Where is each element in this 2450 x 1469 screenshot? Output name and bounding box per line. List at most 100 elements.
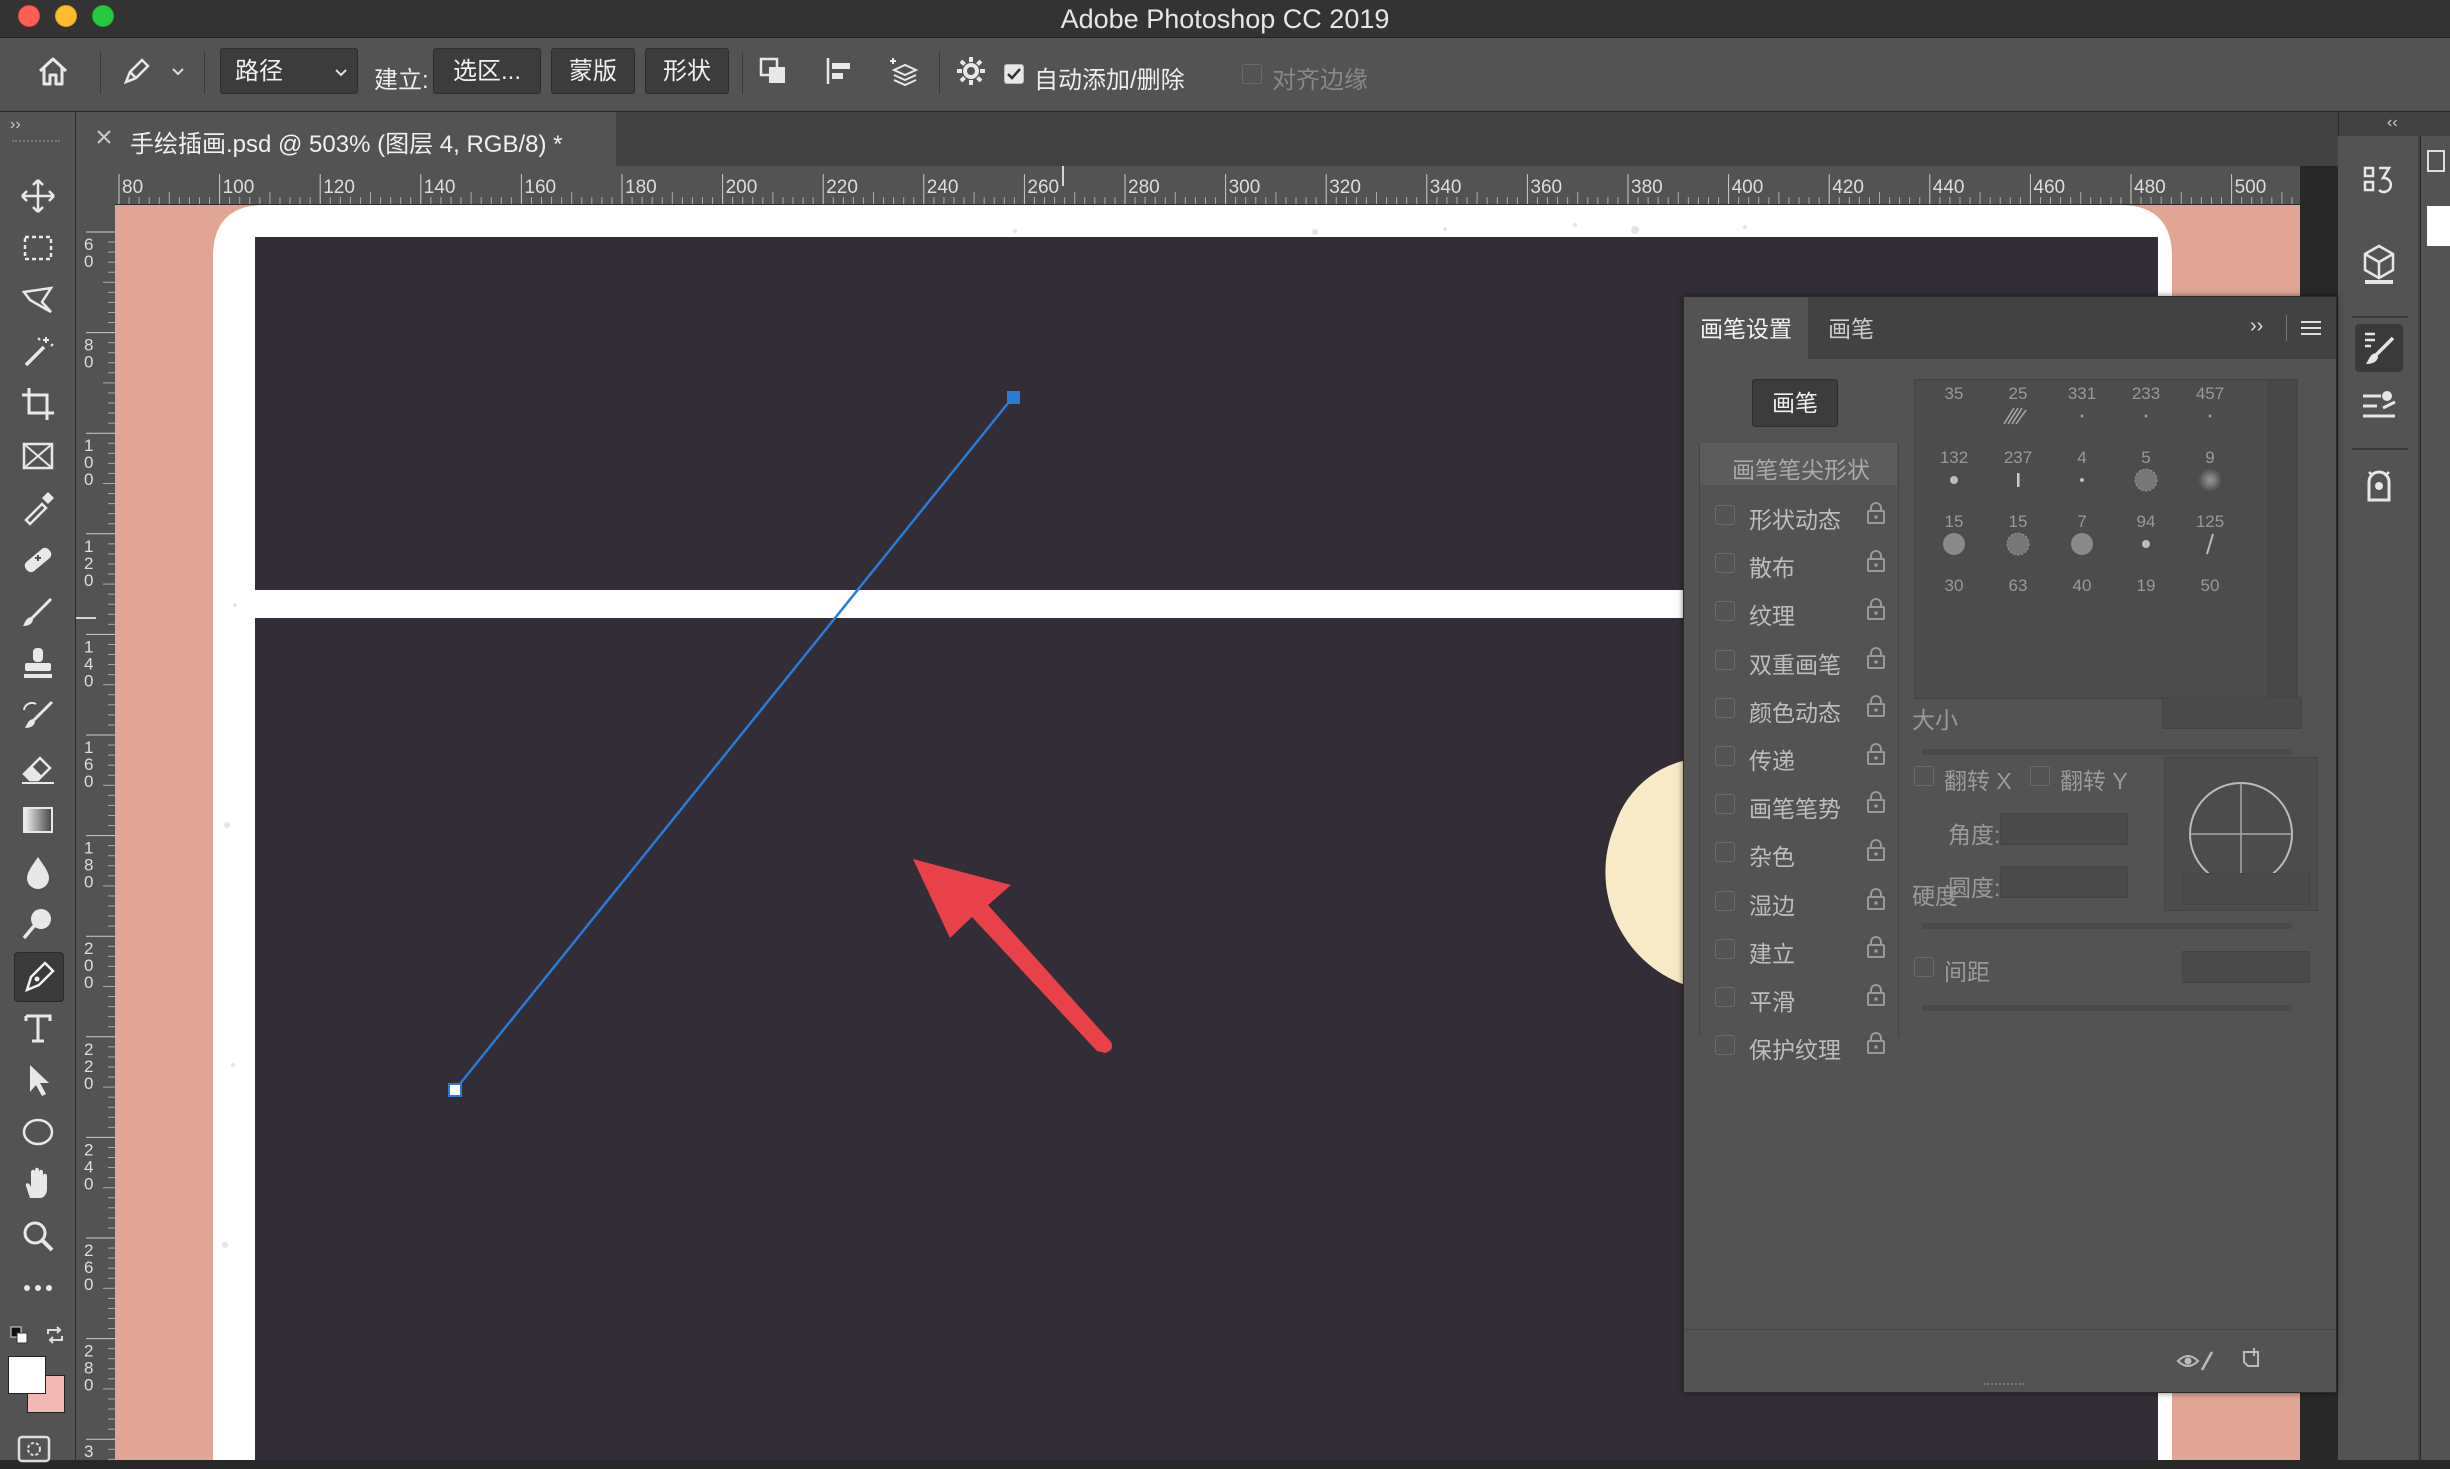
brush-preset[interactable]: 125 [2179, 512, 2241, 576]
brush-option-checkbox[interactable] [1715, 842, 1735, 863]
brush-preset[interactable]: 457 [2179, 384, 2241, 448]
brush-option-row[interactable]: 传递 [1699, 732, 1897, 780]
preset-grid-scrollbar[interactable] [2267, 380, 2297, 698]
brush-option-row[interactable]: 画笔笔势 [1699, 780, 1897, 828]
tab-brushes[interactable]: 画笔 [1812, 297, 1890, 359]
lock-icon[interactable] [1866, 501, 1886, 525]
lock-icon[interactable] [1866, 646, 1886, 670]
brush-preset-grid[interactable]: 35 25 331 233 457 132 237 4 5 9 15 15 7 94 125 30 63 40 19… [1914, 379, 2298, 699]
brush-preset[interactable]: 15 [1923, 512, 1985, 576]
3d-panel-icon[interactable] [2355, 240, 2403, 288]
hand-tool-icon[interactable] [14, 1160, 62, 1208]
foreground-color-swatch[interactable] [8, 1356, 46, 1394]
spacing-field[interactable] [2182, 951, 2310, 983]
brush-option-checkbox[interactable] [1715, 505, 1735, 525]
flip-x-checkbox[interactable] [1914, 766, 1934, 786]
hardness-field[interactable] [2182, 873, 2310, 905]
eraser-icon[interactable] [14, 744, 62, 792]
panel-menu-icon[interactable] [2300, 319, 2322, 337]
color-edge-swatch[interactable] [2427, 206, 2450, 246]
ellipse-tool-icon[interactable] [14, 1108, 62, 1156]
gear-icon[interactable] [954, 54, 988, 88]
close-tab-icon[interactable] [94, 127, 114, 147]
brush-preset[interactable]: 50 [2179, 576, 2241, 640]
brush-preset[interactable]: 233 [2115, 384, 2177, 448]
brush-preset[interactable]: 237 [1987, 448, 2049, 512]
brush-option-checkbox[interactable] [1715, 890, 1735, 911]
lock-icon[interactable] [1866, 935, 1886, 959]
brush-preset[interactable]: 4 [2051, 448, 2113, 512]
type-tool-icon[interactable] [14, 1004, 62, 1052]
lasso-tool-icon[interactable] [14, 276, 62, 324]
history-panel-icon[interactable] [2355, 156, 2403, 204]
path-operations-icon[interactable] [756, 54, 790, 88]
path-selection-icon[interactable] [14, 1056, 62, 1104]
move-tool-icon[interactable] [14, 172, 62, 220]
brush-option-checkbox[interactable] [1715, 938, 1735, 959]
spacing-slider[interactable] [1922, 1005, 2292, 1011]
brush-preset[interactable]: 35 [1923, 384, 1985, 448]
create-new-brush-icon[interactable] [2240, 1346, 2266, 1372]
collapse-panel-icon[interactable]: ›› [10, 116, 21, 134]
collapse-dock-icon[interactable]: ‹‹ [2387, 114, 2398, 132]
path-arrangement-icon[interactable] [888, 54, 922, 88]
crop-tool-icon[interactable] [14, 380, 62, 428]
panel-grip[interactable] [12, 140, 60, 146]
brush-settings-panel-icon[interactable] [2355, 324, 2403, 372]
rectangular-marquee-icon[interactable] [14, 224, 62, 272]
brush-option-checkbox[interactable] [1715, 794, 1735, 815]
default-colors-icon[interactable] [10, 1326, 28, 1344]
lock-icon[interactable] [1866, 694, 1886, 718]
history-brush-icon[interactable] [14, 692, 62, 740]
make-selection-button[interactable]: 选区... [433, 48, 541, 94]
magic-wand-icon[interactable] [14, 328, 62, 376]
make-shape-button[interactable]: 形状 [645, 48, 729, 94]
lock-icon[interactable] [1866, 742, 1886, 766]
size-slider[interactable] [1922, 749, 2292, 755]
brush-option-row[interactable]: 杂色 [1699, 828, 1897, 876]
size-field[interactable] [2162, 697, 2302, 729]
brush-option-row[interactable]: 建立 [1699, 925, 1897, 973]
frame-tool-icon[interactable] [14, 432, 62, 480]
brush-preset[interactable]: 9 [2179, 448, 2241, 512]
brush-tool-icon[interactable] [14, 588, 62, 636]
tab-brush-settings[interactable]: 画笔设置 [1684, 297, 1808, 359]
brush-tip-shape-item[interactable]: 画笔笔尖形状 [1700, 443, 1897, 485]
clone-stamp-icon[interactable] [14, 640, 62, 688]
lock-icon[interactable] [1866, 838, 1886, 862]
collapse-panel-icon[interactable]: ›› [2250, 315, 2263, 338]
brush-option-row[interactable]: 平滑 [1699, 973, 1897, 1021]
vertical-ruler[interactable]: 60801001201401601802002202402602803 [76, 204, 116, 1460]
brush-option-checkbox[interactable] [1715, 1035, 1735, 1056]
brush-option-row[interactable]: 双重画笔 [1699, 636, 1897, 684]
horizontal-ruler[interactable]: 80 100 120 140 160 180 200 220 240 260 280 300 320 34… [115, 166, 2300, 205]
lock-icon[interactable] [1866, 1031, 1886, 1055]
dodge-tool-icon[interactable] [14, 900, 62, 948]
pen-tool-icon[interactable] [14, 952, 64, 1002]
home-icon[interactable] [36, 54, 70, 88]
panel-resize-grip[interactable] [1984, 1383, 2024, 1389]
lock-icon[interactable] [1866, 549, 1886, 573]
brush-option-checkbox[interactable] [1715, 697, 1735, 718]
zoom-tool-icon[interactable] [14, 1212, 62, 1260]
align-edges-checkbox[interactable] [1242, 64, 1262, 84]
brush-option-checkbox[interactable] [1715, 987, 1735, 1007]
brush-presets-button[interactable]: 画笔 [1752, 379, 1838, 427]
ruler-origin[interactable] [76, 166, 115, 204]
hardness-slider[interactable] [1922, 923, 2292, 929]
brush-preset[interactable]: 15 [1987, 512, 2049, 576]
brush-preset[interactable]: 94 [2115, 512, 2177, 576]
healing-brush-icon[interactable] [14, 536, 62, 584]
brush-option-row[interactable]: 形状动态 [1699, 491, 1897, 539]
lock-icon[interactable] [1866, 790, 1886, 814]
brush-option-row[interactable]: 颜色动态 [1699, 684, 1897, 732]
clone-source-panel-icon[interactable] [2355, 462, 2403, 510]
brush-preset[interactable]: 5 [2115, 448, 2177, 512]
more-tools-icon[interactable] [14, 1264, 62, 1312]
spacing-checkbox[interactable] [1914, 957, 1934, 977]
flip-y-checkbox[interactable] [2030, 766, 2050, 786]
brush-option-checkbox[interactable] [1715, 601, 1735, 622]
angle-field[interactable] [2000, 813, 2128, 845]
brush-preset[interactable]: 25 [1987, 384, 2049, 448]
brush-presets-panel-icon[interactable] [2355, 382, 2403, 430]
